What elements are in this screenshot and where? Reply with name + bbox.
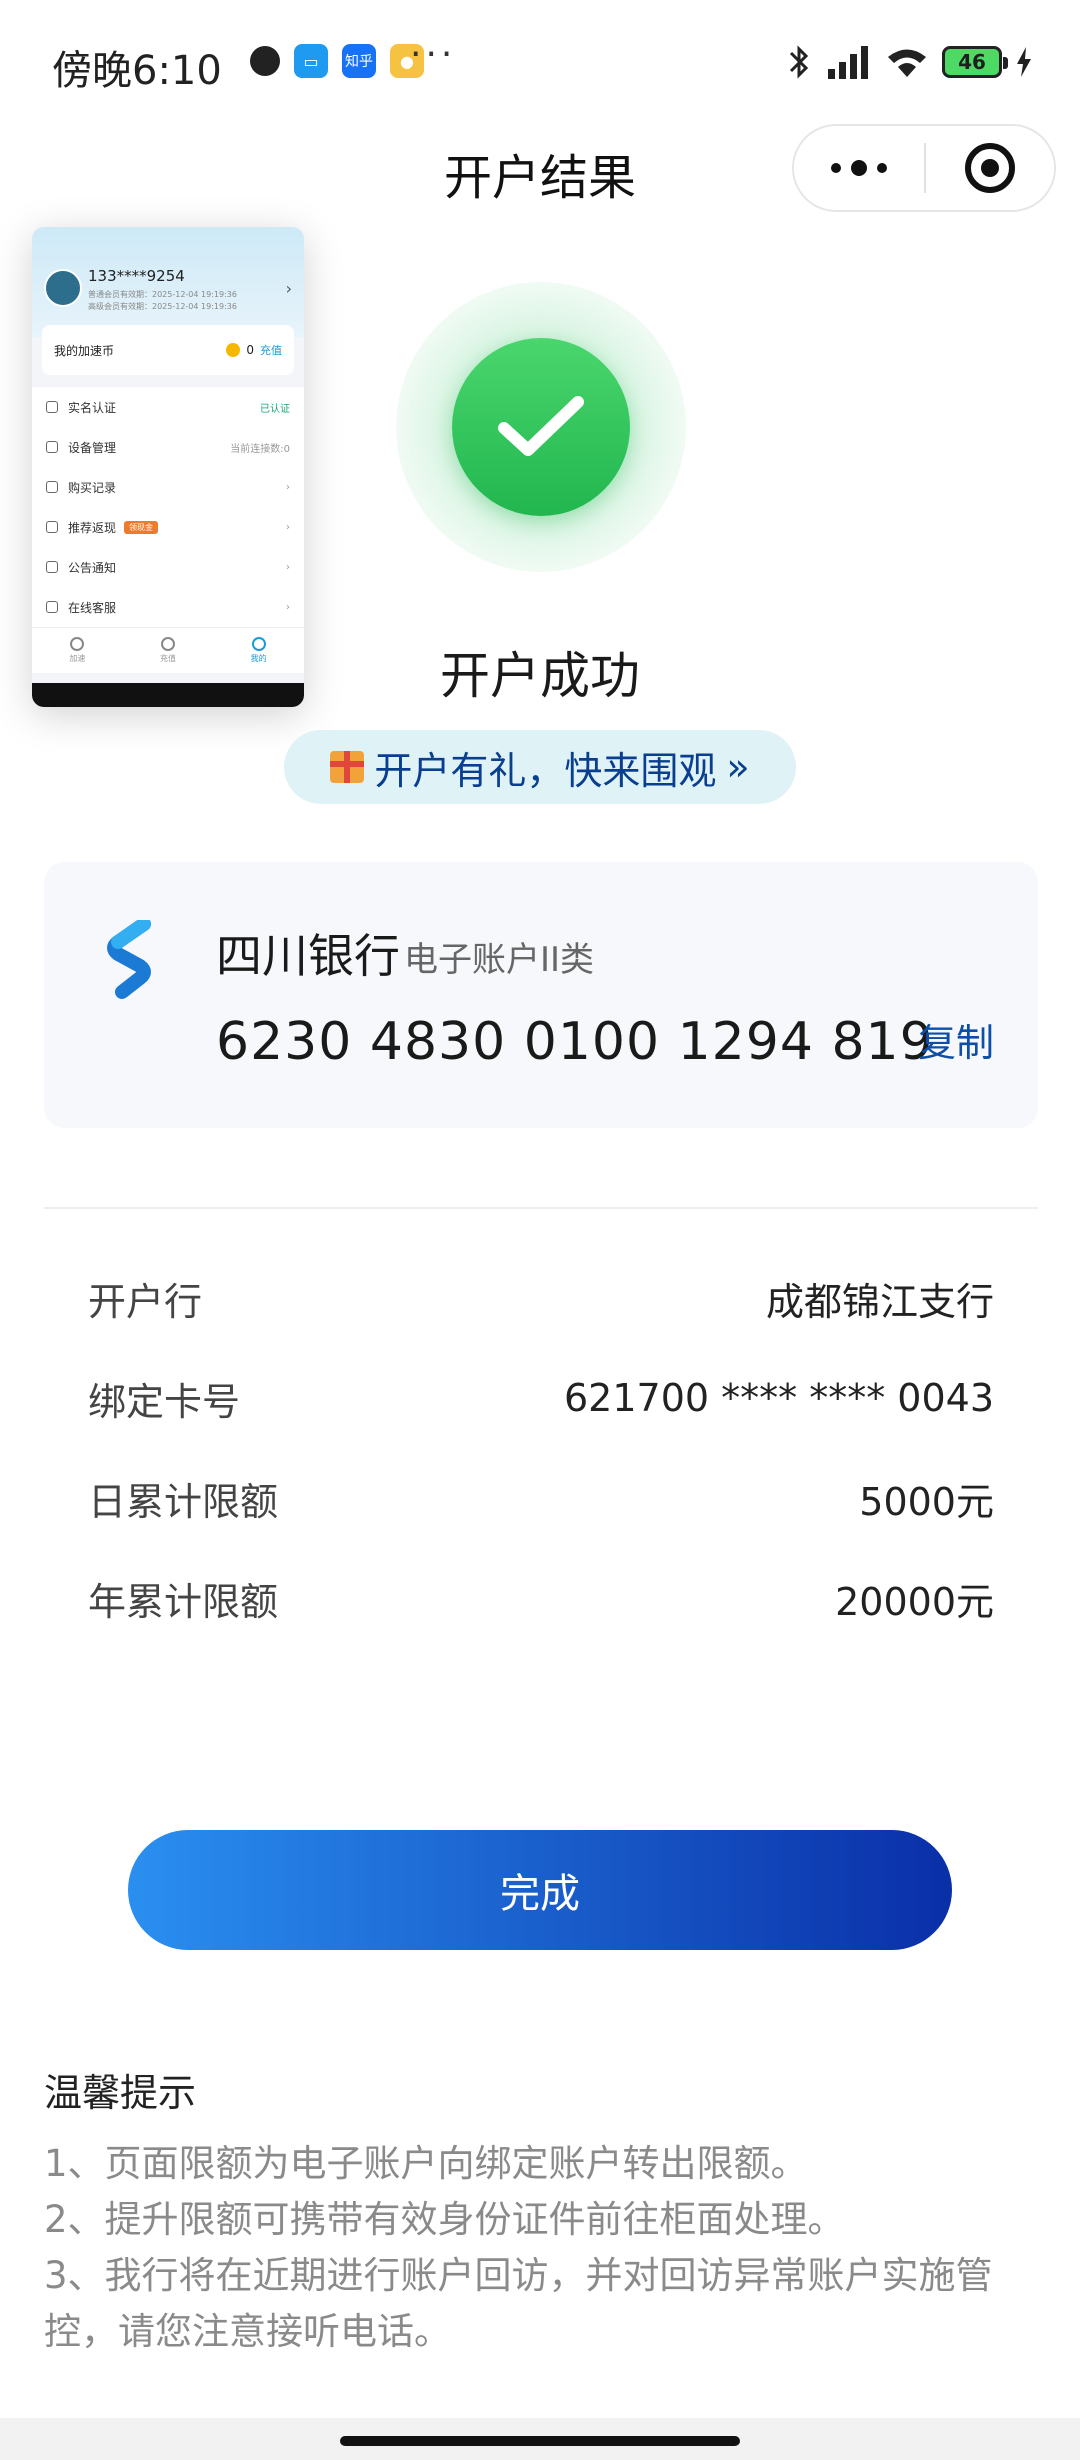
bank-logo-icon [107,920,151,999]
notification-icons: ▭ 知乎 ● [250,44,424,78]
double-chevron-right-icon: » [726,745,750,789]
more-dot-icon [851,160,867,176]
detail-label: 日累计限额 [88,1479,279,1524]
account-number: 6230 4830 0100 1294 819 [216,1012,934,1072]
charging-icon [1017,47,1031,77]
detail-row-branch: 开户行 成都锦江支行 [88,1248,994,1348]
zhihu-icon: 知乎 [342,44,376,78]
home-indicator[interactable] [340,2436,740,2446]
record-icon [46,481,58,493]
chevron-right-icon: › [285,279,292,298]
tip-item: 2、提升限额可携带有效身份证件前往柜面处理。 [44,2198,845,2241]
detail-label: 年累计限额 [88,1579,279,1624]
list-item: 设备管理 当前连接数:0 [32,427,304,467]
list-item: 推荐返现 领现金 › [32,507,304,547]
detail-value: 20000元 [835,1579,994,1624]
success-title: 开户成功 [440,647,640,705]
detail-label: 开户行 [88,1279,203,1324]
bluetooth-icon [789,45,809,79]
tip-item: 3、我行将在近期进行账户回访，并对回访异常账户实施管控，请您注意接听电话。 [44,2254,993,2353]
close-target-icon [965,143,1015,193]
promo-banner[interactable]: 开户有礼，快来围观 » [284,730,796,804]
thumbnail-menu: 实名认证 已认证 设备管理 当前连接数:0 购买记录 › 推荐返现 领现金 › 公告通知 ›… [32,387,304,627]
avatar [44,269,82,307]
status-bar: 傍晚6:10 ▭ 知乎 ● ··· 46 [0,0,1080,128]
thumbnail-vip-line: 高级会员有效期：2025-12-04 19:19:36 [88,302,237,311]
account-details: 开户行 成都锦江支行 绑定卡号 621700 **** **** 0043 日累… [88,1248,994,1648]
device-icon [46,441,58,453]
detail-label: 绑定卡号 [88,1379,241,1424]
coin-label: 我的加速币 [54,343,115,358]
detail-row-yearly-limit: 年累计限额 20000元 [88,1548,994,1648]
more-dot-icon [831,163,841,173]
close-button[interactable] [926,143,1054,193]
gift-icon [330,751,365,783]
signal-icon [828,46,868,79]
list-item: 公告通知 › [32,547,304,587]
tips-list: 1、页面限额为电子账户向绑定账户转出限额。 2、提升限额可携带有效身份证件前往柜… [44,2136,1044,2360]
wifi-icon [888,49,926,77]
recharge-link: 充值 [260,344,282,357]
success-check-icon [452,338,630,516]
status-time: 傍晚6:10 [52,48,222,94]
more-dot-icon [877,163,887,173]
coin-value: 0 [246,343,254,357]
headset-icon [46,601,58,613]
more-button[interactable] [794,126,924,210]
thumbnail-phone: 133****9254 [88,267,185,285]
more-notifications-icon: ··· [410,34,457,75]
floating-window-thumbnail[interactable]: 133****9254 普通会员有效期：2025-12-04 19:19:36 … [32,227,304,707]
thumbs-up-icon [46,521,58,533]
message-icon: ▭ [294,44,328,78]
speaker-icon [46,561,58,573]
done-button[interactable]: 完成 [128,1830,952,1950]
detail-row-bound-card: 绑定卡号 621700 **** **** 0043 [88,1348,994,1448]
user-icon [46,401,58,413]
thumbnail-vip-line: 普通会员有效期：2025-12-04 19:19:36 [88,290,237,299]
account-card: 四川银行 电子账户II类 6230 4830 0100 1294 819 复制 [44,862,1038,1128]
coin-icon [226,343,241,357]
detail-value: 5000元 [859,1479,994,1524]
bank-name: 四川银行 [216,929,400,983]
detail-row-daily-limit: 日累计限额 5000元 [88,1448,994,1548]
miniprogram-capsule [792,124,1056,212]
battery-icon: 46 [942,46,1008,78]
thumbnail-header: 133****9254 普通会员有效期：2025-12-04 19:19:36 … [32,227,304,337]
tips-title: 温馨提示 [44,2071,197,2115]
list-item: 购买记录 › [32,467,304,507]
thumbnail-coin-card: 我的加速币 0 充值 [42,325,294,375]
copy-button[interactable]: 复制 [918,1012,994,1067]
detail-value: 成都锦江支行 [765,1279,994,1324]
divider [44,1207,1038,1209]
list-item: 实名认证 已认证 [32,387,304,427]
system-icons: 46 [786,44,1032,80]
list-item: 在线客服 › [32,587,304,627]
account-type: 电子账户II类 [404,940,595,980]
qq-icon [250,46,280,76]
promo-text: 开户有礼，快来围观 [374,748,717,793]
tip-item: 1、页面限额为电子账户向绑定账户转出限额。 [44,2142,808,2185]
detail-value: 621700 **** **** 0043 [563,1376,994,1420]
